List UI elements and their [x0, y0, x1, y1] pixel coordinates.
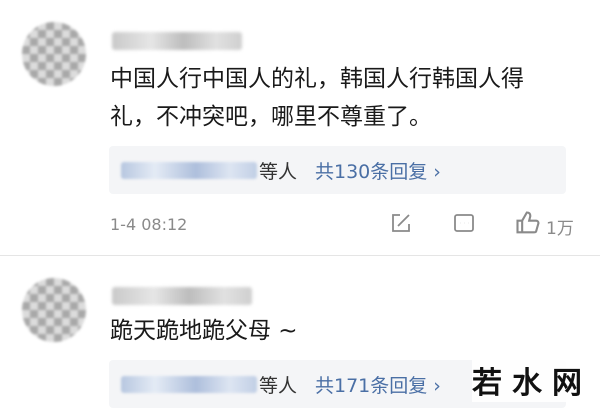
timestamp: 1-4 08:12 [110, 215, 188, 234]
comment-text: 跪天跪地跪父母 ~ [110, 312, 566, 350]
comment-icon[interactable] [452, 211, 476, 240]
reply-who: 等人 [259, 161, 298, 183]
comment-1: 中国人行中国人的礼，韩国人行韩国人得 礼，不冲突吧，哪里不尊重了。 等人 共13… [0, 0, 600, 255]
comment-text: 中国人行中国人的礼，韩国人行韩国人得 礼，不冲突吧，哪里不尊重了。 [110, 60, 566, 136]
reply-count-link[interactable]: 共130条回复 › [315, 157, 441, 184]
share-icon[interactable] [389, 211, 413, 240]
username-blurred[interactable] [112, 32, 242, 50]
reply-users-blurred [121, 376, 257, 393]
avatar[interactable] [22, 278, 86, 342]
comment-text-line: 跪天跪地跪父母 ~ [110, 318, 298, 344]
reply-preview[interactable]: 等人 共130条回复 › [109, 146, 566, 194]
watermark-logo: 若水网 [472, 358, 592, 402]
like-icon[interactable] [514, 209, 542, 242]
reply-users-blurred [121, 162, 257, 179]
reply-who: 等人 [259, 375, 298, 397]
like-count: 1万 [546, 219, 574, 239]
avatar[interactable] [22, 22, 86, 86]
username-blurred[interactable] [112, 287, 252, 305]
reply-count-link[interactable]: 共171条回复 › [315, 371, 441, 398]
comment-text-line: 中国人行中国人的礼，韩国人行韩国人得 [110, 66, 524, 92]
comment-text-line: 礼，不冲突吧，哪里不尊重了。 [110, 104, 432, 130]
